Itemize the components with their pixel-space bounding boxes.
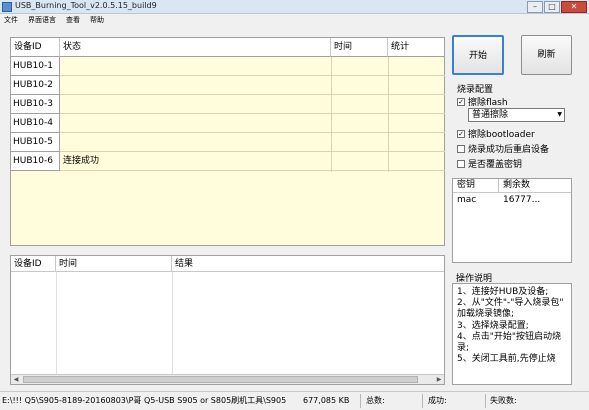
status-file-path: E:\!!! Q5\S905-8189-20160803\P哥 Q5-USB S… bbox=[2, 396, 287, 405]
grid-divider bbox=[172, 272, 173, 376]
column-header-remaining[interactable]: 剩余数 bbox=[499, 179, 571, 193]
maximize-button[interactable]: □ bbox=[544, 1, 560, 13]
device-grid[interactable]: 设备ID 状态 时间 统计 HUB10-1 HUB10-2 HUB10-3 HU… bbox=[10, 37, 445, 246]
help-line: 5、关闭工具前,先停止烧 bbox=[457, 354, 556, 365]
grid-divider bbox=[60, 75, 445, 76]
window-controls: – □ ✕ bbox=[526, 1, 587, 13]
grid-divider bbox=[60, 132, 445, 133]
refresh-button[interactable]: 刷新 bbox=[521, 35, 572, 75]
erase-mode-select[interactable]: 普通擦除 ▼ bbox=[468, 108, 565, 122]
device-row-header[interactable]: HUB10-6 bbox=[11, 152, 60, 171]
key-table[interactable]: 密钥 剩余数 mac 16777... bbox=[452, 178, 572, 263]
scrollbar-thumb[interactable] bbox=[23, 376, 418, 383]
column-header-result[interactable]: 结果 bbox=[172, 256, 444, 272]
status-file-size: 677,085 KB bbox=[303, 396, 350, 405]
device-row-header[interactable]: HUB10-4 bbox=[11, 114, 60, 133]
checkbox-checked-icon[interactable]: ✓ bbox=[457, 129, 465, 138]
help-line: 录; bbox=[457, 343, 470, 354]
menu-help[interactable]: 帮助 bbox=[90, 14, 104, 26]
key-name: mac bbox=[457, 195, 477, 205]
erase-bootloader-checkbox[interactable]: ✓ 擦除bootloader bbox=[457, 127, 535, 140]
status-separator bbox=[485, 394, 486, 408]
checkbox-unchecked-icon[interactable] bbox=[457, 144, 465, 153]
column-header-time[interactable]: 时间 bbox=[331, 38, 388, 57]
checkbox-unchecked-icon[interactable] bbox=[457, 159, 465, 168]
menu-file[interactable]: 文件 bbox=[4, 14, 18, 26]
reboot-after-label: 烧录成功后重启设备 bbox=[468, 145, 550, 155]
help-line: 4、点击"开始"按钮启动烧 bbox=[457, 331, 562, 342]
status-separator bbox=[422, 394, 423, 408]
menu-view[interactable]: 查看 bbox=[66, 14, 80, 26]
minimize-button[interactable]: – bbox=[527, 1, 543, 13]
help-line: 2、从"文件"-"导入烧录包" bbox=[457, 298, 564, 309]
device-row-header[interactable]: HUB10-2 bbox=[11, 76, 60, 95]
log-grid[interactable]: 设备ID 时间 结果 ◀ ▶ bbox=[10, 255, 445, 385]
column-header-time[interactable]: 时间 bbox=[56, 256, 172, 272]
scroll-left-icon[interactable]: ◀ bbox=[11, 375, 21, 384]
start-button[interactable]: 开始 bbox=[452, 35, 504, 75]
help-line: 1、连接好HUB及设备; bbox=[457, 287, 549, 297]
erase-flash-checkbox[interactable]: ✓ 擦除flash bbox=[457, 95, 508, 108]
column-header-stats[interactable]: 统计 bbox=[388, 38, 444, 57]
device-row-header[interactable]: HUB10-1 bbox=[11, 57, 60, 76]
grid-divider bbox=[60, 94, 445, 95]
key-remaining: 16777... bbox=[503, 195, 541, 205]
title-bar: USB_Burning_Tool_v2.0.5.15_build9 – □ ✕ bbox=[0, 0, 589, 14]
status-separator bbox=[360, 394, 361, 408]
close-button[interactable]: ✕ bbox=[561, 1, 587, 13]
menu-bar: 文件 界面语言 查看 帮助 bbox=[0, 14, 589, 26]
menu-language[interactable]: 界面语言 bbox=[28, 14, 56, 26]
window-title: USB_Burning_Tool_v2.0.5.15_build9 bbox=[15, 1, 157, 10]
grid-divider bbox=[56, 272, 57, 376]
column-header-status[interactable]: 状态 bbox=[60, 38, 331, 57]
device-row-header[interactable]: HUB10-5 bbox=[11, 133, 60, 152]
column-header-device-id[interactable]: 设备ID bbox=[11, 38, 60, 57]
grid-divider bbox=[60, 151, 445, 152]
status-bar: E:\!!! Q5\S905-8189-20160803\P哥 Q5-USB S… bbox=[0, 391, 589, 410]
status-total-label: 总数: bbox=[366, 396, 385, 405]
help-textbox: 1、连接好HUB及设备; 2、从"文件"-"导入烧录包" 加载烧录镜像; 3、选… bbox=[452, 283, 572, 385]
dropdown-arrow-icon[interactable]: ▼ bbox=[557, 109, 562, 121]
device-row-header[interactable]: HUB10-3 bbox=[11, 95, 60, 114]
erase-flash-label: 擦除flash bbox=[468, 98, 508, 108]
grid-divider bbox=[60, 170, 445, 171]
column-header-key[interactable]: 密钥 bbox=[453, 179, 499, 193]
device-status: 连接成功 bbox=[63, 156, 100, 166]
grid-divider bbox=[60, 113, 445, 114]
overwrite-key-checkbox[interactable]: 是否覆盖密钥 bbox=[457, 157, 522, 170]
help-line: 3、选择烧录配置; bbox=[457, 320, 529, 331]
column-header-device-id[interactable]: 设备ID bbox=[11, 256, 56, 272]
erase-bootloader-label: 擦除bootloader bbox=[468, 130, 535, 140]
erase-mode-value: 普通擦除 bbox=[472, 110, 509, 120]
config-title: 烧录配置 bbox=[457, 85, 494, 95]
checkbox-checked-icon[interactable]: ✓ bbox=[457, 97, 465, 106]
overwrite-key-label: 是否覆盖密钥 bbox=[468, 160, 523, 170]
status-fail-label: 失败数: bbox=[490, 396, 517, 405]
status-success-label: 成功: bbox=[428, 396, 447, 405]
horizontal-scrollbar[interactable]: ◀ ▶ bbox=[11, 374, 444, 384]
help-line: 加载烧录镜像; bbox=[457, 309, 515, 320]
scroll-right-icon[interactable]: ▶ bbox=[434, 375, 444, 384]
reboot-after-checkbox[interactable]: 烧录成功后重启设备 bbox=[457, 142, 549, 155]
app-icon bbox=[2, 2, 12, 12]
